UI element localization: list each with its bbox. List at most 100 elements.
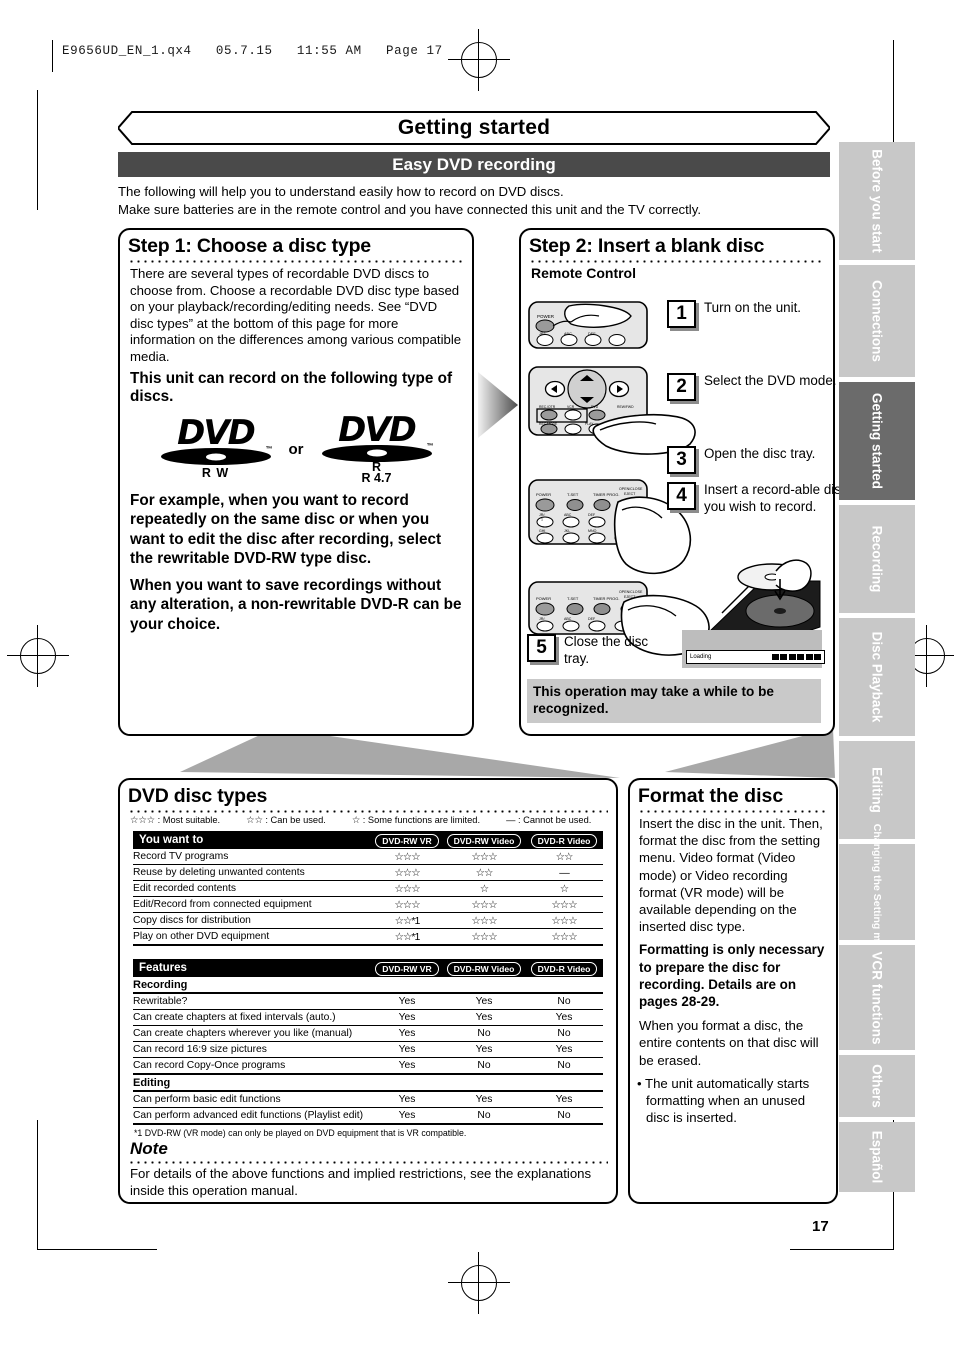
t1r1-c0: ☆☆☆ (394, 866, 420, 879)
t2r1-c2: Yes (555, 1012, 573, 1023)
step2-item-1: 1 Turn on the unit. (667, 300, 864, 328)
t2r3-c2: Yes (555, 1044, 573, 1055)
page-number: 17 (812, 1218, 829, 1235)
sidebar-tab-before-you-start[interactable]: Before you start (839, 142, 915, 260)
dvd-rw-logo: DVD ™ R W (157, 416, 275, 480)
t2e1-c0: Yes (398, 1110, 416, 1121)
step-text-2: Select the DVD mode. (704, 373, 837, 388)
table-row: Can perform advanced edit functions (Pla… (133, 1108, 603, 1124)
table-row: Edit recorded contents ☆☆☆ ☆ ☆ (133, 881, 603, 897)
print-header: E9656UD_EN_1.qx4 05.7.15 11:55 AM Page 1… (62, 44, 443, 58)
t1r2-label: Edit recorded contents (133, 883, 237, 894)
tab-label-4: Disc Playback (869, 631, 885, 723)
badge-dvd-r-video: DVD-R Video (530, 834, 598, 848)
sidebar-tab-others[interactable]: Others (839, 1055, 915, 1117)
step-number-3: 3 (667, 446, 696, 474)
t1r0-label: Record TV programs (133, 851, 229, 862)
step1-bold-para-1: For example, when you want to record rep… (130, 491, 442, 568)
sidebar-tab-vcr-functions[interactable]: VCR functions (839, 945, 915, 1050)
table-row: Can create chapters wherever you like (m… (133, 1026, 603, 1042)
svg-text:POWER: POWER (537, 314, 555, 319)
svg-text:ABC: ABC (564, 513, 572, 517)
section-bar: Easy DVD recording (118, 152, 830, 177)
registration-mark-bottom (448, 1252, 510, 1314)
t1r0-c2: ☆☆ (555, 850, 574, 863)
table-row: Rewritable? Yes Yes No (133, 993, 603, 1010)
t2r0-label: Rewritable? (133, 996, 188, 1007)
registration-mark-left (7, 625, 69, 687)
sidebar-tab-getting-started[interactable]: Getting started (839, 382, 915, 500)
sidebar-tab-espanol[interactable]: Español (839, 1122, 915, 1192)
sidebar-tab-recording[interactable]: Recording (839, 505, 915, 613)
t1r3-label: Edit/Record from connected equipment (133, 899, 312, 910)
format-bullet: • The unit automatically starts formatti… (637, 1075, 810, 1126)
step2-item-2: 2 Select the DVD mode. (667, 373, 854, 401)
disc-types-heading: DVD disc types (128, 785, 268, 807)
step1-heading: Step 1: Choose a disc type (128, 235, 371, 257)
sidebar-tab-connections[interactable]: Connections (839, 265, 915, 377)
table-row: Can perform basic edit functions Yes Yes Ye… (133, 1091, 603, 1108)
t2r3-label: Can record 16:9 size pictures (133, 1044, 267, 1055)
t2e0-label: Can perform basic edit functions (133, 1094, 281, 1105)
disc-types-table-2: Features DVD-RW VR DVD-RW Video DVD-R Vi… (133, 959, 603, 1125)
svg-text:JKL: JKL (564, 529, 570, 533)
t1r1-c1: ☆☆ (475, 866, 494, 879)
arrow-step1-to-step2 (478, 372, 518, 443)
tab-label-5: Editing (869, 767, 885, 813)
step-text-4: Insert a record-able disc you wish to re… (704, 482, 848, 514)
t1r2-c0: ☆☆☆ (394, 882, 420, 895)
svg-text:POWER: POWER (536, 596, 551, 601)
svg-text:ABC: ABC (564, 332, 572, 336)
table-row: Can record Copy-Once programs Yes No No (133, 1058, 603, 1074)
legend-item-0: ☆☆☆ : Most suitable. (130, 815, 221, 825)
t1r5-c1: ☆☆☆ (471, 930, 497, 943)
group-label-recording: Recording (133, 978, 188, 991)
step-text-5: Close the disc tray. (564, 634, 649, 666)
table1-header-row: You want to DVD-RW VR DVD-RW Video DVD-R… (133, 831, 603, 849)
section-bar-label: Easy DVD recording (392, 154, 556, 174)
tab-label-2: Getting started (869, 392, 885, 490)
t1r4-c2: ☆☆☆ (551, 914, 577, 927)
svg-text:GHI: GHI (539, 529, 545, 533)
sidebar-tab-disc-playback[interactable]: Disc Playback (839, 618, 915, 736)
crop-mark-left-2 (37, 1120, 38, 1250)
tab-label-9: Español (869, 1130, 885, 1184)
arrow-to-format (655, 728, 835, 785)
svg-text:POWER: POWER (536, 492, 551, 497)
t1r0-c1: ☆☆☆ (471, 850, 497, 863)
legend-item-2: ☆ : Some functions are limited. (351, 815, 481, 825)
sidebar-tab-changing-setting-menu[interactable]: Changing the Setting menu (839, 824, 915, 960)
t2r1-label: Can create chapters at fixed intervals (… (133, 1012, 336, 1023)
table2-group-editing: Editing (133, 1074, 603, 1091)
tab-label-7: VCR functions (869, 951, 885, 1044)
t2r2-c1: No (477, 1028, 491, 1039)
legend-item-3: — : Cannot be used. (506, 815, 592, 825)
t2e1-c2: No (557, 1110, 571, 1121)
page-banner: Getting started (118, 110, 830, 146)
t2r4-c2: No (557, 1060, 571, 1071)
t2r0-c2: No (557, 996, 571, 1007)
svg-text:T-SET: T-SET (567, 492, 579, 497)
badge2-dvd-r-video: DVD-R Video (530, 962, 598, 976)
step2-item-3: 3 Open the disc tray. (667, 446, 864, 474)
disc-shape-icon-2: ™ (321, 443, 434, 462)
loading-indicator: Loading (686, 650, 825, 664)
tab-label-8: Others (869, 1064, 885, 1108)
t2r3-c0: Yes (398, 1044, 416, 1055)
intro-text: The following will help you to understan… (118, 183, 834, 218)
disc-types-table-1: You want to DVD-RW VR DVD-RW Video DVD-R… (133, 831, 603, 946)
t2r3-c1: Yes (475, 1044, 493, 1055)
step1-box: Step 1: Choose a disc type There are sev… (118, 228, 474, 736)
crop-mark-bottom-left (37, 1249, 157, 1250)
note-text: For details of the above functions and i… (130, 1166, 592, 1198)
svg-text:ABC: ABC (564, 617, 572, 621)
header-rule (52, 40, 53, 72)
table-row: Can create chapters at fixed intervals (… (133, 1010, 603, 1026)
table2-header-label: Features (139, 962, 187, 974)
tab-label-6: Changing the Setting menu (871, 823, 883, 961)
table-row: Play on other DVD equipment ☆☆*1 ☆☆☆ ☆☆☆ (133, 929, 603, 945)
step1-bold-para-2: When you want to save recordings without… (130, 576, 462, 633)
crop-mark-bottom-right (790, 1249, 894, 1250)
t1r1-c2: — (559, 866, 570, 879)
arrow-to-disc-types (180, 728, 620, 785)
